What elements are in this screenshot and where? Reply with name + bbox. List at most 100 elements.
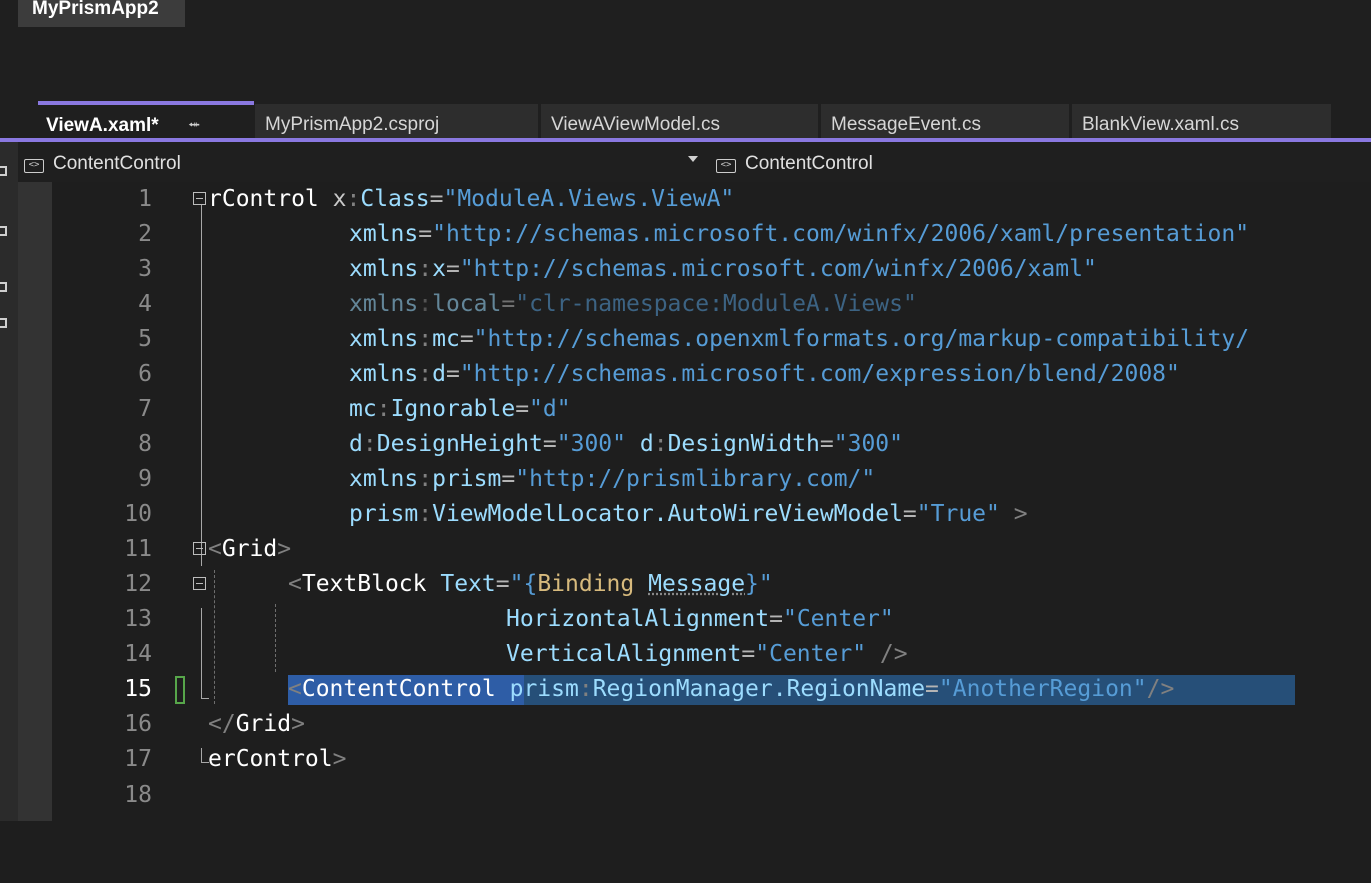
tab-myprismapp2-csproj[interactable]: MyPrismApp2.csproj bbox=[255, 104, 538, 138]
tool-window-strip bbox=[0, 142, 18, 821]
line-number: 1 bbox=[138, 186, 152, 212]
attr-namespace: mc bbox=[349, 396, 377, 422]
attr-value: "http://prismlibrary.com/" bbox=[515, 466, 876, 492]
chevron-down-icon[interactable] bbox=[688, 156, 698, 162]
line-number: 9 bbox=[138, 466, 152, 492]
line-number: 3 bbox=[138, 256, 152, 282]
code-line[interactable]: 3 xmlns:x="http://schemas.microsoft.com/… bbox=[18, 252, 1371, 287]
code-line[interactable]: 14 VerticalAlignment="Center" /> bbox=[18, 637, 1371, 672]
tab-messageevent-cs[interactable]: MessageEvent.cs bbox=[821, 104, 1069, 138]
tab-blankview-xaml-cs[interactable]: BlankView.xaml.cs bbox=[1072, 104, 1331, 138]
fold-collapse-icon[interactable] bbox=[193, 542, 206, 555]
code-line[interactable]: 12 <TextBlock Text="{Binding Message}" bbox=[18, 567, 1371, 602]
attr-name: HorizontalAlignment bbox=[506, 606, 770, 632]
attr-value: "clr-namespace:ModuleA.Views" bbox=[515, 291, 917, 317]
line-number: 17 bbox=[124, 746, 152, 772]
tag-close: > bbox=[277, 536, 292, 562]
attr-namespace: prism bbox=[349, 501, 419, 527]
attr-namespace: xmlns bbox=[349, 466, 419, 492]
code-line[interactable]: 1 rControl x:Class="ModuleA.Views.ViewA" bbox=[18, 182, 1371, 217]
attr-name: prism bbox=[432, 466, 502, 492]
properties-icon[interactable] bbox=[0, 318, 7, 328]
toolbox-icon[interactable] bbox=[0, 166, 7, 176]
tag-open: < bbox=[288, 571, 302, 597]
line-number: 7 bbox=[138, 396, 152, 422]
code-line[interactable]: 7 mc:Ignorable="d" bbox=[18, 392, 1371, 427]
code-line[interactable]: 9 xmlns:prism="http://prismlibrary.com/" bbox=[18, 462, 1371, 497]
xml-tag: erControl bbox=[208, 746, 333, 772]
attr-value: "True" bbox=[916, 501, 1000, 527]
tab-viewaviewmodel-cs[interactable]: ViewAViewModel.cs bbox=[541, 104, 818, 138]
change-marker bbox=[175, 676, 185, 704]
code-line[interactable]: 13 HorizontalAlignment="Center" bbox=[18, 602, 1371, 637]
code-editor[interactable]: 1 rControl x:Class="ModuleA.Views.ViewA"… bbox=[18, 182, 1371, 821]
xaml-element-icon: <> bbox=[716, 159, 736, 173]
tab-label: MessageEvent.cs bbox=[831, 114, 981, 135]
attr-quote: " bbox=[509, 571, 524, 597]
line-number: 14 bbox=[124, 641, 152, 667]
attr-namespace: x bbox=[332, 186, 347, 212]
attr-name: local bbox=[432, 291, 502, 317]
attr-name: mc bbox=[432, 326, 460, 352]
attr-namespace: xmlns bbox=[349, 326, 419, 352]
line-number: 10 bbox=[124, 501, 152, 527]
attr-namespace: xmlns bbox=[349, 291, 419, 317]
attr-namespace: d bbox=[349, 431, 363, 457]
tab-label: ViewAViewModel.cs bbox=[551, 114, 720, 135]
tag-close: > bbox=[291, 711, 305, 737]
line-number: 13 bbox=[124, 606, 152, 632]
line-number: 5 bbox=[138, 326, 152, 352]
title-area: MyPrismApp2 bbox=[0, 0, 1371, 104]
attr-value: "d" bbox=[529, 396, 571, 422]
code-line[interactable]: 16 </Grid> bbox=[18, 707, 1371, 742]
server-explorer-icon[interactable] bbox=[0, 226, 7, 236]
line-number: 8 bbox=[138, 431, 152, 457]
attr-namespace: d bbox=[639, 431, 654, 457]
solution-name-badge[interactable]: MyPrismApp2 bbox=[18, 0, 185, 27]
attr-name: Ignorable bbox=[390, 396, 516, 422]
tag-close: > bbox=[1013, 501, 1028, 527]
binding-brace: } bbox=[745, 571, 759, 597]
binding-path: Message bbox=[648, 571, 746, 597]
xml-tag: Grid bbox=[235, 711, 292, 737]
attr-quote: " bbox=[758, 571, 773, 597]
line-number: 11 bbox=[124, 536, 152, 562]
attr-value: "Center" bbox=[782, 606, 894, 632]
type-dropdown[interactable]: <> ContentControl bbox=[24, 148, 704, 178]
attr-namespace: xmlns bbox=[349, 256, 419, 282]
code-line[interactable]: 10 prism:ViewModelLocator.AutoWireViewMo… bbox=[18, 497, 1371, 532]
attr-value: "http://schemas.microsoft.com/winfx/2006… bbox=[459, 256, 1097, 282]
attr-name: VerticalAlignment bbox=[506, 641, 742, 667]
member-dropdown[interactable]: <> ContentControl bbox=[716, 148, 1356, 178]
line-number: 15 bbox=[124, 676, 152, 702]
data-sources-icon[interactable] bbox=[0, 282, 7, 292]
attr-value: "http://schemas.microsoft.com/expression… bbox=[459, 361, 1180, 387]
tag-open: < bbox=[288, 676, 302, 702]
code-line-current[interactable]: 15 <ContentControl prism:RegionManager.R… bbox=[18, 672, 1371, 707]
code-line[interactable]: 6 xmlns:d="http://schemas.microsoft.com/… bbox=[18, 357, 1371, 392]
line-number: 4 bbox=[138, 291, 152, 317]
code-line[interactable]: 8 d:DesignHeight="300" d:DesignWidth="30… bbox=[18, 427, 1371, 462]
attr-name: x bbox=[432, 256, 446, 282]
code-line[interactable]: 11 <Grid> bbox=[18, 532, 1371, 567]
attr-namespace: prism bbox=[509, 676, 579, 702]
tab-viewa-xaml[interactable]: ViewA.xaml* ⭺ ✕ bbox=[38, 101, 254, 138]
code-line[interactable]: 2 xmlns="http://schemas.microsoft.com/wi… bbox=[18, 217, 1371, 252]
binding-brace: { bbox=[523, 571, 538, 597]
member-dropdown-value: ContentControl bbox=[745, 153, 873, 174]
code-line[interactable]: 18 bbox=[18, 778, 1371, 813]
attr-name: RegionManager.RegionName bbox=[592, 676, 926, 702]
pin-icon[interactable]: ⭺ bbox=[188, 105, 200, 138]
attr-name: xmlns bbox=[349, 221, 419, 247]
code-line[interactable]: 17 erControl> bbox=[18, 742, 1371, 777]
fold-collapse-icon[interactable] bbox=[193, 192, 206, 205]
line-number: 6 bbox=[138, 361, 152, 387]
line-number: 2 bbox=[138, 221, 152, 247]
attr-name: d bbox=[432, 361, 446, 387]
tag-close: /> bbox=[879, 641, 908, 667]
tag-close: > bbox=[332, 746, 347, 772]
fold-collapse-icon[interactable] bbox=[193, 577, 206, 590]
attr-value: "ModuleA.Views.ViewA" bbox=[443, 186, 735, 212]
code-line[interactable]: 5 xmlns:mc="http://schemas.openxmlformat… bbox=[18, 322, 1371, 357]
code-line[interactable]: 4 xmlns:local="clr-namespace:ModuleA.Vie… bbox=[18, 287, 1371, 322]
